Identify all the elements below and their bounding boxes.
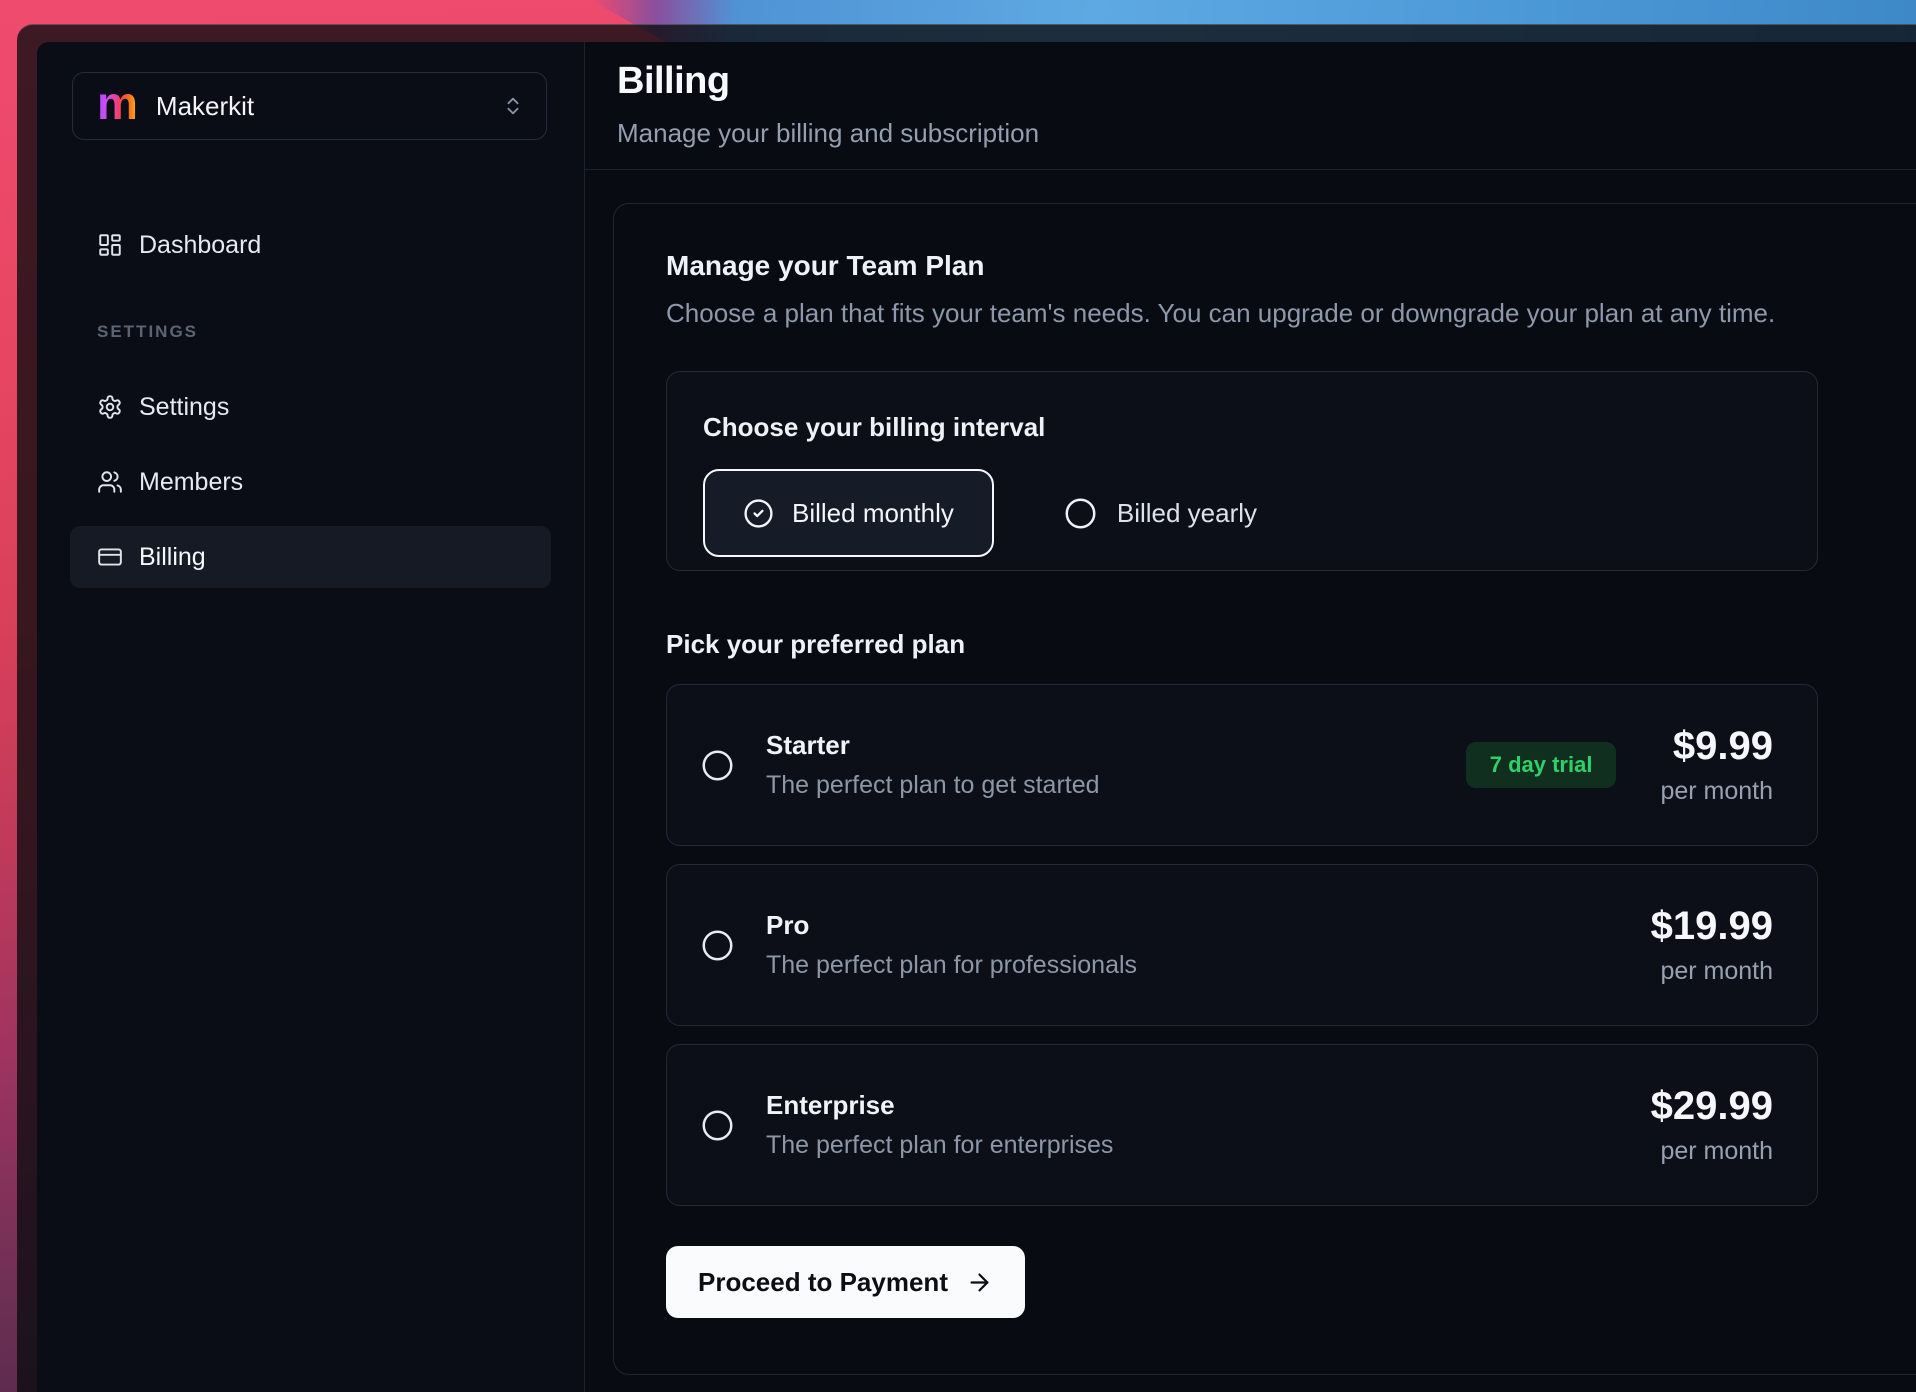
plan-right: $29.99 per month	[1651, 1084, 1773, 1166]
plan-info: Pro The perfect plan for professionals	[766, 910, 1137, 980]
plan-period: per month	[1660, 777, 1773, 806]
gear-icon	[97, 394, 123, 420]
plan-price: $19.99	[1651, 904, 1773, 949]
plan-name: Enterprise	[766, 1090, 1113, 1121]
dashboard-icon	[97, 232, 123, 258]
makerkit-logo-icon: m	[97, 80, 138, 126]
plan-right: $19.99 per month	[1651, 904, 1773, 986]
check-circle-icon	[743, 498, 774, 529]
plan-info: Starter The perfect plan to get started	[766, 730, 1100, 800]
plan-row-starter[interactable]: Starter The perfect plan to get started …	[666, 684, 1818, 846]
arrow-right-icon	[966, 1269, 993, 1296]
billing-interval-options: Billed monthly Billed yearly	[703, 469, 1817, 557]
sidebar-section-settings: SETTINGS	[70, 320, 551, 344]
sidebar-item-dashboard[interactable]: Dashboard	[70, 214, 551, 276]
header-divider	[585, 169, 1916, 170]
plan-period: per month	[1660, 1137, 1773, 1166]
trial-badge: 7 day trial	[1466, 742, 1617, 788]
radio-circle-icon[interactable]	[701, 929, 734, 962]
card-title: Manage your Team Plan	[666, 250, 1916, 282]
sidebar-item-label: Dashboard	[139, 231, 261, 260]
page-title: Billing	[617, 60, 730, 103]
plan-name: Starter	[766, 730, 1100, 761]
workspace-name: Makerkit	[156, 91, 254, 122]
billed-yearly-option[interactable]: Billed yearly	[1064, 497, 1257, 530]
plan-info: Enterprise The perfect plan for enterpri…	[766, 1090, 1113, 1160]
sidebar-item-members[interactable]: Members	[70, 451, 551, 513]
plan-right: 7 day trial $9.99 per month	[1466, 724, 1773, 806]
plan-row-pro[interactable]: Pro The perfect plan for professionals $…	[666, 864, 1818, 1026]
sidebar-item-label: Billing	[139, 543, 206, 572]
proceed-to-payment-button[interactable]: Proceed to Payment	[666, 1246, 1025, 1318]
plan-description: The perfect plan to get started	[766, 771, 1100, 800]
plans-label: Pick your preferred plan	[666, 629, 1916, 660]
plan-description: The perfect plan for enterprises	[766, 1131, 1113, 1160]
credit-card-icon	[97, 544, 123, 570]
billing-interval-box: Choose your billing interval Billed mont…	[666, 371, 1818, 571]
billed-monthly-option[interactable]: Billed monthly	[703, 469, 994, 557]
plan-name: Pro	[766, 910, 1137, 941]
billed-monthly-label: Billed monthly	[792, 498, 954, 529]
price-block: $19.99 per month	[1651, 904, 1773, 986]
plan-row-enterprise[interactable]: Enterprise The perfect plan for enterpri…	[666, 1044, 1818, 1206]
plan-price: $29.99	[1651, 1084, 1773, 1129]
plan-description: The perfect plan for professionals	[766, 951, 1137, 980]
billed-yearly-label: Billed yearly	[1117, 498, 1257, 529]
proceed-to-payment-label: Proceed to Payment	[698, 1267, 948, 1298]
users-icon	[97, 469, 123, 495]
plan-period: per month	[1660, 957, 1773, 986]
plan-price: $9.99	[1673, 724, 1773, 769]
sidebar-item-label: Members	[139, 468, 243, 497]
card-description: Choose a plan that fits your team's need…	[666, 298, 1916, 329]
app-window: m Makerkit Dashboard SETTINGS Settings	[37, 42, 1916, 1392]
billing-interval-label: Choose your billing interval	[703, 412, 1817, 443]
main-content: Billing Manage your billing and subscrip…	[585, 42, 1916, 1392]
chevrons-up-down-icon	[502, 95, 524, 117]
price-block: $29.99 per month	[1651, 1084, 1773, 1166]
page-header: Billing Manage your billing and subscrip…	[617, 42, 1916, 169]
sidebar-item-settings[interactable]: Settings	[70, 376, 551, 438]
workspace-selector[interactable]: m Makerkit	[72, 72, 547, 140]
sidebar-item-label: Settings	[139, 393, 229, 422]
sidebar: m Makerkit Dashboard SETTINGS Settings	[37, 42, 585, 1392]
radio-circle-icon	[1064, 497, 1097, 530]
radio-circle-icon[interactable]	[701, 749, 734, 782]
price-block: $9.99 per month	[1660, 724, 1773, 806]
radio-circle-icon[interactable]	[701, 1109, 734, 1142]
page-subtitle: Manage your billing and subscription	[617, 118, 1039, 149]
sidebar-item-billing[interactable]: Billing	[70, 526, 551, 588]
team-plan-card: Manage your Team Plan Choose a plan that…	[613, 203, 1916, 1375]
